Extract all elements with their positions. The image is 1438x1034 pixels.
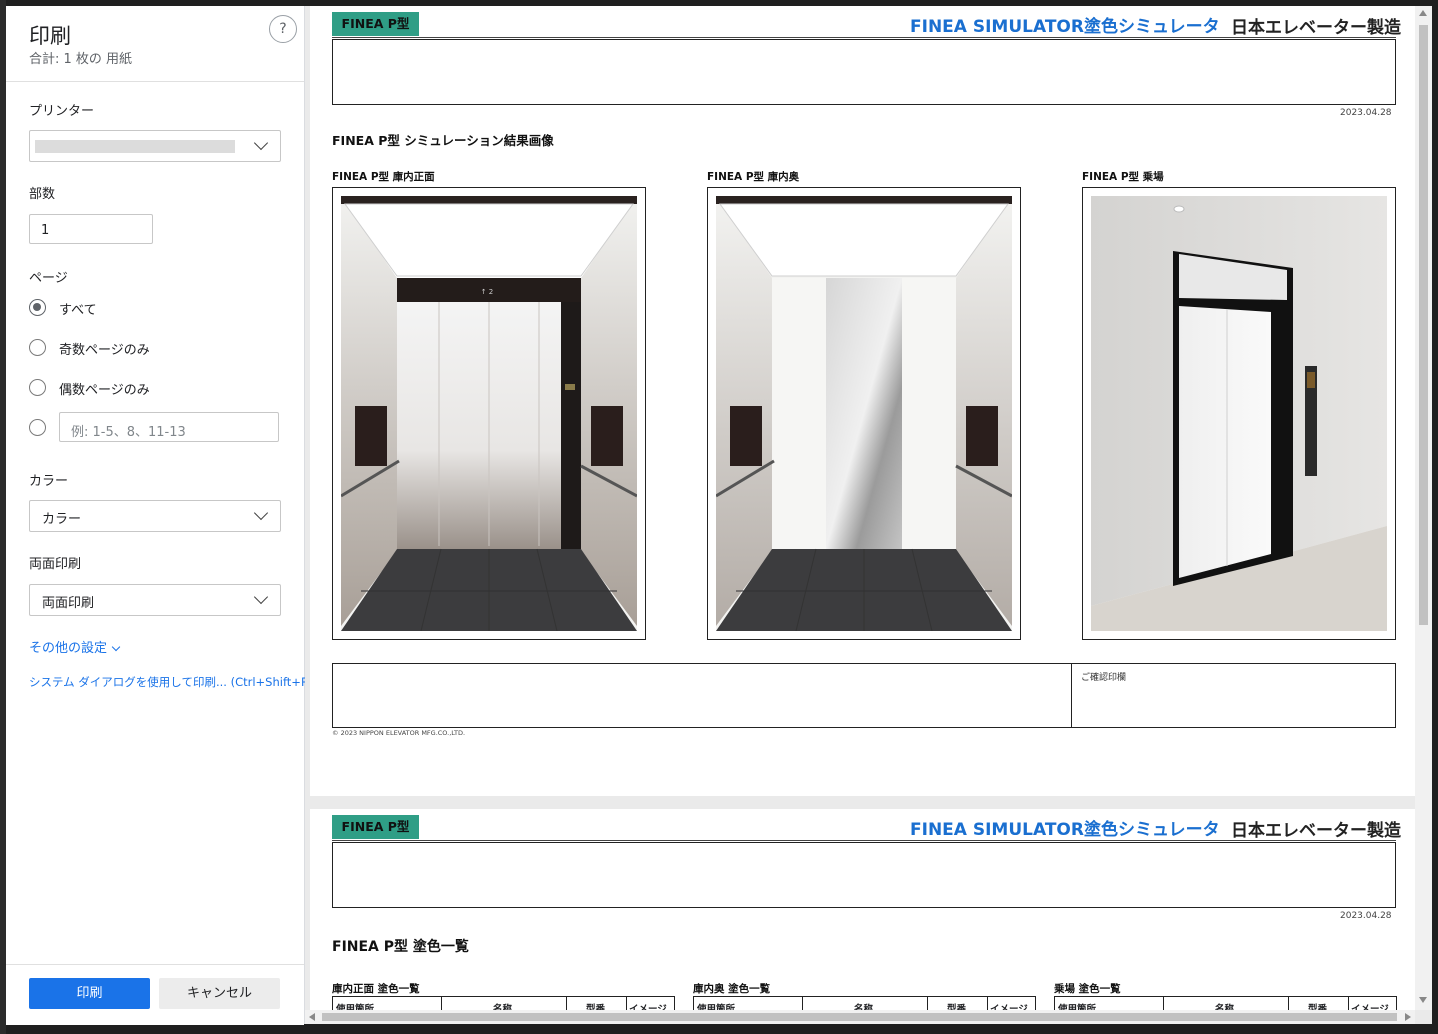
printer-name-redacted <box>35 140 235 153</box>
action-bar: 印刷 キャンセル <box>6 964 304 1025</box>
preview-page-2: FINEA P型 FINEA SIMULATOR塗色シミュレータ 日本エレベータ… <box>310 809 1415 1024</box>
duplex-select[interactable]: 両面印刷 <box>29 584 281 616</box>
color-label: カラー <box>29 474 69 489</box>
radio-selected-icon[interactable] <box>29 299 46 316</box>
car-front-image-frame: ↑ 2 <box>332 187 646 640</box>
printer-label: プリンター <box>29 104 95 119</box>
scroll-down-icon[interactable] <box>1419 997 1427 1003</box>
system-dialog-link[interactable]: システム ダイアログを使用して印刷... (Ctrl+Shift+P) <box>29 674 312 690</box>
duplex-label: 両面印刷 <box>29 557 82 572</box>
car-back-image <box>716 196 1012 631</box>
blank-info-box <box>332 39 1396 105</box>
image-label-back: FINEA P型 庫内奥 <box>707 171 800 183</box>
chevron-down-icon <box>111 642 121 652</box>
floor-indicator: ↑ 2 <box>481 288 494 296</box>
print-preview[interactable]: FINEA P型 FINEA SIMULATOR塗色シミュレータ 日本エレベータ… <box>305 6 1432 1024</box>
table-label-back: 庫内奥 塗色一覧 <box>693 983 771 995</box>
scroll-up-icon[interactable] <box>1419 10 1427 16</box>
pages-all-label: すべて <box>59 303 97 318</box>
image-label-hall: FINEA P型 乗場 <box>1082 171 1164 183</box>
header-rule <box>332 840 1396 841</box>
radio-icon[interactable] <box>29 419 46 436</box>
color-value: カラー <box>42 512 82 527</box>
color-select[interactable]: カラー <box>29 500 281 532</box>
section-title: FINEA P型 シミュレーション結果画像 <box>332 133 554 148</box>
horizontal-scrollbar[interactable] <box>305 1010 1415 1024</box>
chevron-down-icon <box>253 589 269 605</box>
pages-odd-label: 奇数ページのみ <box>59 343 150 358</box>
more-settings-label: その他の設定 <box>29 641 108 656</box>
table-label-hall: 乗場 塗色一覧 <box>1054 983 1121 995</box>
chevron-down-icon <box>253 505 269 521</box>
hall-image-frame <box>1082 187 1396 640</box>
sheet-count: 合計: 1 枚の 用紙 <box>29 52 133 67</box>
scroll-left-icon[interactable] <box>309 1013 315 1021</box>
brand-name: 日本エレベーター製造 <box>1231 18 1401 38</box>
simulator-title: FINEA SIMULATOR塗色シミュレータ <box>910 17 1220 37</box>
copyright-text: © 2023 NIPPON ELEVATOR MFG.CO.,LTD. <box>332 729 466 737</box>
printer-select[interactable] <box>29 130 281 162</box>
page-range-input[interactable]: 例: 1-5、8、11-13 <box>59 412 279 442</box>
simulator-title: FINEA SIMULATOR塗色シミュレータ <box>910 820 1220 840</box>
table-label-front: 庫内正面 塗色一覧 <box>332 983 420 995</box>
pages-label: ページ <box>29 271 68 286</box>
header-rule <box>332 37 1396 38</box>
confirmation-stamp-box: ご確認印欄 <box>332 663 1396 728</box>
date-text: 2023.04.28 <box>1340 911 1392 921</box>
scrollbar-thumb[interactable] <box>1419 25 1428 625</box>
copies-input[interactable]: 1 <box>29 214 153 244</box>
preview-page-1: FINEA P型 FINEA SIMULATOR塗色シミュレータ 日本エレベータ… <box>310 6 1415 796</box>
model-badge: FINEA P型 <box>332 12 419 36</box>
cancel-button[interactable]: キャンセル <box>159 978 280 1009</box>
scrollbar-thumb[interactable] <box>322 1013 1397 1021</box>
confirm-stamp-label: ご確認印欄 <box>1081 673 1127 683</box>
car-back-image-frame <box>707 187 1021 640</box>
image-label-front: FINEA P型 庫内正面 <box>332 171 435 183</box>
duplex-value: 両面印刷 <box>42 596 95 611</box>
radio-icon[interactable] <box>29 379 46 396</box>
pages-even-label: 偶数ページのみ <box>59 383 150 398</box>
model-badge: FINEA P型 <box>332 815 419 839</box>
help-icon[interactable]: ? <box>269 15 297 43</box>
print-title: 印刷 <box>29 24 71 48</box>
blank-info-box <box>332 842 1396 908</box>
scroll-right-icon[interactable] <box>1405 1013 1411 1021</box>
section-title: FINEA P型 塗色一覧 <box>332 939 469 955</box>
copies-label: 部数 <box>29 187 56 202</box>
print-button[interactable]: 印刷 <box>29 978 150 1009</box>
car-front-image: ↑ 2 <box>341 196 637 631</box>
chevron-down-icon <box>253 135 269 151</box>
date-text: 2023.04.28 <box>1340 108 1392 118</box>
hall-image <box>1091 196 1387 631</box>
divider <box>1071 664 1072 727</box>
vertical-scrollbar[interactable] <box>1415 6 1432 1010</box>
radio-icon[interactable] <box>29 339 46 356</box>
more-settings-link[interactable]: その他の設定 <box>29 637 121 656</box>
brand-name: 日本エレベーター製造 <box>1231 821 1401 841</box>
print-settings-panel: 印刷 合計: 1 枚の 用紙 ? プリンター 部数 1 ページ すべて 奇数ペー… <box>6 6 312 1025</box>
divider <box>6 81 304 82</box>
